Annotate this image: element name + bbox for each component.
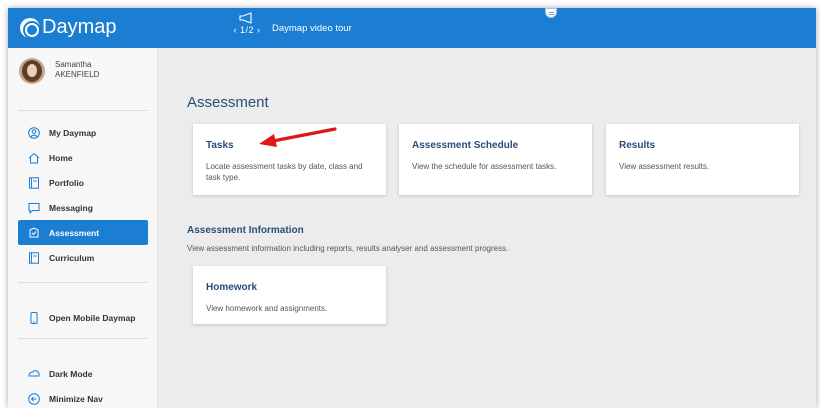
- top-bar: Daymap ‹ 1/2 › Daymap video tour: [8, 8, 816, 48]
- card-assessment-schedule[interactable]: Assessment Schedule View the schedule fo…: [399, 124, 592, 195]
- avatar: [19, 58, 45, 84]
- card-title[interactable]: Results: [619, 140, 786, 151]
- sidebar-divider: [18, 110, 148, 111]
- sidebar-item-curriculum[interactable]: Curriculum: [18, 245, 148, 270]
- sidebar-item-my-daymap[interactable]: My Daymap: [18, 120, 148, 145]
- arrow-left-circle-icon: [28, 392, 40, 405]
- sidebar-item-label: Home: [49, 152, 73, 163]
- sidebar-item-label: Messaging: [49, 202, 93, 213]
- megaphone-icon: [239, 12, 252, 24]
- minimize-nav-button[interactable]: Minimize Nav: [18, 386, 148, 408]
- card-results[interactable]: Results View assessment results.: [606, 124, 799, 195]
- sidebar-nav: My Daymap Home Portfolio Messaging Asses…: [18, 120, 148, 270]
- drag-handle-icon[interactable]: [545, 8, 557, 18]
- sidebar-divider: [18, 282, 148, 283]
- minimize-nav-label: Minimize Nav: [49, 393, 103, 404]
- app-window: Daymap ‹ 1/2 › Daymap video tour Samanth…: [8, 8, 816, 408]
- logo-text: Daymap: [42, 16, 117, 38]
- user-profile[interactable]: Samantha AKENFIELD: [19, 58, 99, 84]
- section-title[interactable]: Assessment Information: [187, 225, 304, 236]
- portfolio-icon: [28, 176, 40, 189]
- dark-mode-toggle[interactable]: Dark Mode: [18, 361, 148, 386]
- sidebar-item-portfolio[interactable]: Portfolio: [18, 170, 148, 195]
- annotation-arrow-icon: [259, 127, 337, 147]
- sidebar-item-home[interactable]: Home: [18, 145, 148, 170]
- card-description: View assessment results.: [619, 162, 710, 171]
- tour-pager[interactable]: ‹ 1/2 ›: [233, 25, 260, 35]
- sidebar-item-label: My Daymap: [49, 127, 97, 138]
- section-description: View assessment information including re…: [187, 244, 509, 253]
- person-circle-icon: [28, 126, 40, 139]
- daymap-logo-icon: [20, 17, 40, 38]
- sidebar-item-label: Assessment: [49, 227, 100, 238]
- tour-title[interactable]: Daymap video tour: [272, 23, 352, 34]
- mobile-phone-icon: [28, 311, 40, 324]
- sidebar-item-messaging[interactable]: Messaging: [18, 195, 148, 220]
- home-icon: [28, 152, 40, 164]
- daymap-logo[interactable]: Daymap: [20, 16, 116, 39]
- chat-icon: [28, 202, 40, 214]
- sidebar-item-assessment[interactable]: Assessment: [18, 220, 148, 245]
- video-tour[interactable]: ‹ 1/2 › Daymap video tour: [226, 12, 352, 35]
- user-first-name: Samantha: [55, 60, 92, 69]
- sidebar-divider: [18, 338, 148, 339]
- card-description: View homework and assignments.: [206, 304, 328, 313]
- sidebar: Samantha AKENFIELD My Daymap Home Portfo…: [8, 48, 158, 408]
- user-last-name: AKENFIELD: [55, 70, 100, 79]
- card-title[interactable]: Assessment Schedule: [412, 140, 579, 151]
- open-mobile-label: Open Mobile Daymap: [49, 312, 136, 323]
- main-content: Assessment Tasks Locate assessment tasks…: [159, 48, 816, 408]
- card-title[interactable]: Homework: [206, 282, 373, 293]
- sidebar-item-label: Curriculum: [49, 252, 95, 263]
- dark-mode-label: Dark Mode: [49, 368, 93, 379]
- sidebar-item-label: Portfolio: [49, 177, 84, 188]
- open-mobile-daymap-link[interactable]: Open Mobile Daymap: [18, 305, 148, 330]
- card-homework[interactable]: Homework View homework and assignments.: [193, 266, 386, 324]
- page-title: Assessment: [187, 94, 269, 111]
- card-description: Locate assessment tasks by date, class a…: [206, 162, 363, 182]
- dark-mode-icon: [28, 368, 40, 380]
- card-description: View the schedule for assessment tasks.: [412, 162, 557, 171]
- curriculum-icon: [28, 251, 40, 264]
- assessment-icon: [28, 226, 40, 239]
